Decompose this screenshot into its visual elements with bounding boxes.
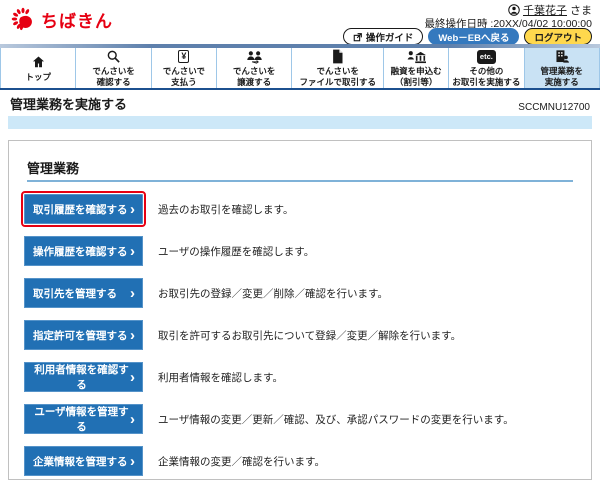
search-icon	[106, 49, 121, 64]
page-title: 管理業務を実施する	[10, 97, 128, 112]
menu-row-transaction-history: 取引履歴を確認する › 過去のお取引を確認します。	[21, 191, 591, 227]
menu-description: 取引を許可するお取引先について登録／変更／解除を行います。	[158, 329, 462, 342]
menu-description: ユーザの操作履歴を確認します。	[158, 245, 315, 258]
button-label: 取引履歴を確認する	[33, 203, 128, 216]
admin-menu-panel: 管理業務 取引履歴を確認する › 過去のお取引を確認します。 操作履歴を確認する…	[8, 140, 592, 480]
nav-tab-top[interactable]: トップ	[0, 48, 77, 88]
nav-label: 確認する	[96, 77, 131, 87]
operation-guide-label: 操作ガイド	[365, 32, 414, 44]
nav-label: ファイルで取引する	[299, 77, 376, 87]
admin-menu-list: 取引履歴を確認する › 過去のお取引を確認します。 操作履歴を確認する › ユー…	[9, 191, 591, 476]
menu-description: お取引先の登録／変更／削除／確認を行います。	[158, 287, 388, 300]
file-document-icon	[331, 49, 344, 64]
nav-label: （割引等）	[394, 77, 438, 87]
nav-label: トップ	[25, 71, 51, 82]
web-eb-back-button[interactable]: Web－EBへ戻る	[428, 28, 520, 45]
button-label: ユーザ情報を管理する	[34, 406, 129, 433]
menu-row-manage-user-info: ユーザ情報を管理する › ユーザ情報の変更／更新／確認、及び、承認パスワードの変…	[24, 404, 591, 434]
home-icon	[31, 55, 46, 70]
button-label: 利用者情報を確認する	[34, 364, 129, 391]
external-link-icon	[353, 32, 363, 42]
chevron-right-icon: ›	[130, 368, 135, 386]
header: ちばきん 千葉花子 さま 最終操作日時 :20XX/04/02 10:00:00…	[0, 0, 600, 45]
nav-label: 実施する	[544, 77, 579, 87]
nav-label: でんさいを	[232, 66, 276, 77]
nav-tab-densai-file[interactable]: でんさいを ファイルで取引する	[292, 48, 385, 88]
section-divider-bar	[8, 116, 592, 129]
yen-box-icon: ¥	[178, 49, 190, 64]
nav-tab-other-transactions[interactable]: etc. その他の お取引を実施する	[449, 48, 525, 88]
chevron-right-icon: ›	[130, 326, 135, 344]
section-title: 管理業務	[27, 158, 573, 182]
user-icon	[508, 4, 520, 16]
menu-description: 利用者情報を確認します。	[158, 371, 283, 384]
screen-id: SCCMNU12700	[518, 102, 590, 113]
building-person-icon	[554, 49, 570, 64]
nav-label: でんさいを	[92, 66, 135, 77]
manage-user-info-button[interactable]: ユーザ情報を管理する ›	[24, 404, 143, 434]
nav-tab-densai-pay[interactable]: ¥ でんさいで 支払う	[152, 48, 217, 88]
chevron-right-icon: ›	[130, 200, 135, 218]
button-label: 指定許可を管理する	[33, 329, 128, 342]
button-label: 操作履歴を確認する	[33, 245, 128, 258]
person-bank-icon	[407, 49, 426, 64]
nav-label: その他の	[469, 66, 504, 77]
menu-row-confirm-user-info: 利用者情報を確認する › 利用者情報を確認します。	[24, 362, 591, 392]
menu-row-manage-partners: 取引先を管理する › お取引先の登録／変更／削除／確認を行います。	[24, 278, 591, 308]
menu-description: ユーザ情報の変更／更新／確認、及び、承認パスワードの変更を行います。	[158, 413, 514, 426]
nav-label: お取引を実施する	[452, 77, 521, 87]
button-label: 企業情報を管理する	[33, 455, 128, 468]
menu-row-manage-company-info: 企業情報を管理する › 企業情報の変更／確認を行います。	[24, 446, 591, 476]
transaction-history-button[interactable]: 取引履歴を確認する ›	[21, 191, 146, 227]
nav-label: でんさいを	[316, 66, 359, 77]
manage-designated-permission-button[interactable]: 指定許可を管理する ›	[24, 320, 143, 350]
header-buttons: 操作ガイド Web－EBへ戻る ログアウト	[342, 28, 592, 45]
chevron-right-icon: ›	[130, 284, 135, 302]
etc-box-icon: etc.	[476, 49, 496, 64]
nav-tab-densai-transfer[interactable]: でんさいを 譲渡する	[217, 48, 293, 88]
bank-logo-text: ちばきん	[41, 11, 113, 31]
global-nav: トップ でんさいを 確認する ¥ でんさいで 支払う でんさいを 譲渡する でん…	[0, 48, 600, 90]
nav-label: 融資を申込む	[390, 66, 442, 77]
nav-tab-loan-apply[interactable]: 融資を申込む （割引等）	[384, 48, 450, 88]
chevron-right-icon: ›	[130, 242, 135, 260]
manage-partners-button[interactable]: 取引先を管理する ›	[24, 278, 143, 308]
nav-tab-admin-tasks[interactable]: 管理業務を 実施する	[524, 48, 600, 88]
menu-description: 企業情報の変更／確認を行います。	[158, 455, 325, 468]
operation-guide-button[interactable]: 操作ガイド	[342, 28, 424, 45]
page-head: 管理業務を実施する SCCMNU12700	[10, 94, 590, 113]
chibagin-flower-icon	[10, 6, 36, 32]
bank-logo: ちばきん	[10, 6, 113, 32]
nav-label: 管理業務を	[540, 66, 584, 77]
nav-label: でんさいで	[162, 66, 205, 77]
chevron-right-icon: ›	[130, 410, 135, 428]
confirm-user-info-button[interactable]: 利用者情報を確認する ›	[24, 362, 143, 392]
button-label: 取引先を管理する	[33, 287, 117, 300]
nav-label: 支払う	[171, 77, 197, 87]
chevron-right-icon: ›	[130, 452, 135, 470]
operation-history-button[interactable]: 操作履歴を確認する ›	[24, 236, 143, 266]
nav-tab-densai-confirm[interactable]: でんさいを 確認する	[76, 48, 152, 88]
menu-row-operation-history: 操作履歴を確認する › ユーザの操作履歴を確認します。	[24, 236, 591, 266]
two-people-icon	[246, 49, 263, 64]
nav-label: 譲渡する	[237, 77, 272, 87]
manage-company-info-button[interactable]: 企業情報を管理する ›	[24, 446, 143, 476]
menu-row-manage-designated-permission: 指定許可を管理する › 取引を許可するお取引先について登録／変更／解除を行います…	[24, 320, 591, 350]
menu-description: 過去のお取引を確認します。	[158, 203, 294, 216]
logout-button[interactable]: ログアウト	[524, 28, 592, 45]
